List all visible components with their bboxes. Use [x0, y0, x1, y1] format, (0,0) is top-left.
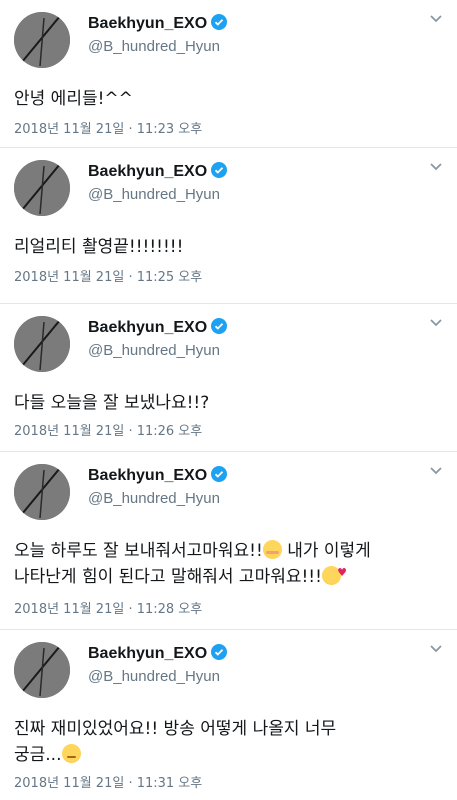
smiling-face-with-hearts-emoji [321, 560, 347, 586]
tweet-text: 진짜 재미있었어요!! 방송 어떻게 나올지 너무 궁금... [14, 716, 427, 768]
tweet[interactable]: Baekhyun_EXO @B_hundred_Hyun 진짜 재미있었어요!!… [0, 630, 457, 800]
avatar[interactable] [14, 160, 70, 216]
tweet-text: 다들 오늘을 잘 보냈나요!!? [14, 393, 210, 413]
display-name[interactable]: Baekhyun_EXO [88, 318, 228, 337]
handle[interactable]: @B_hundred_Hyun [88, 490, 220, 507]
tweet-text-part: 오늘 하루도 잘 보내줘서고마워요!! [14, 541, 263, 561]
tweet[interactable]: Baekhyun_EXO @B_hundred_Hyun 리얼리티 촬영끝!!!… [0, 148, 457, 304]
verified-badge-icon [211, 14, 228, 30]
display-name[interactable]: Baekhyun_EXO [88, 466, 228, 485]
tweet[interactable]: Baekhyun_EXO @B_hundred_Hyun 안녕 에리들!^^ 2… [0, 0, 457, 148]
relieved-face-emoji [61, 744, 81, 763]
chevron-down-icon[interactable] [429, 14, 443, 24]
verified-badge-icon [211, 162, 228, 178]
timestamp[interactable]: 2018년 11월 21일 · 11:28 오후 [14, 598, 202, 617]
smiling-face-with-blush-emoji [262, 540, 282, 559]
tweet-text: 오늘 하루도 잘 보내줘서고마워요!! 내가 이렇게 나타난게 힘이 된다고 말… [14, 538, 427, 590]
timestamp[interactable]: 2018년 11월 21일 · 11:31 오후 [14, 772, 202, 791]
tweet-text: 안녕 에리들!^^ [14, 89, 133, 109]
avatar[interactable] [14, 316, 70, 372]
display-name[interactable]: Baekhyun_EXO [88, 162, 228, 181]
display-name[interactable]: Baekhyun_EXO [88, 644, 228, 663]
verified-badge-icon [211, 644, 228, 660]
verified-badge-icon [211, 466, 228, 482]
chevron-down-icon[interactable] [429, 162, 443, 172]
display-name[interactable]: Baekhyun_EXO [88, 14, 228, 33]
chevron-down-icon[interactable] [429, 318, 443, 328]
tweet[interactable]: Baekhyun_EXO @B_hundred_Hyun 다들 오늘을 잘 보냈… [0, 304, 457, 452]
verified-badge-icon [211, 318, 228, 334]
handle[interactable]: @B_hundred_Hyun [88, 186, 220, 203]
handle[interactable]: @B_hundred_Hyun [88, 38, 220, 55]
timestamp[interactable]: 2018년 11월 21일 · 11:23 오후 [14, 118, 202, 137]
tweet[interactable]: Baekhyun_EXO @B_hundred_Hyun 오늘 하루도 잘 보내… [0, 452, 457, 630]
handle[interactable]: @B_hundred_Hyun [88, 668, 220, 685]
timestamp[interactable]: 2018년 11월 21일 · 11:26 오후 [14, 420, 202, 439]
avatar[interactable] [14, 464, 70, 520]
timestamp[interactable]: 2018년 11월 21일 · 11:25 오후 [14, 266, 202, 285]
chevron-down-icon[interactable] [429, 644, 443, 654]
chevron-down-icon[interactable] [429, 466, 443, 476]
avatar[interactable] [14, 12, 70, 68]
tweet-text: 리얼리티 촬영끝!!!!!!!! [14, 237, 184, 257]
avatar[interactable] [14, 642, 70, 698]
handle[interactable]: @B_hundred_Hyun [88, 342, 220, 359]
